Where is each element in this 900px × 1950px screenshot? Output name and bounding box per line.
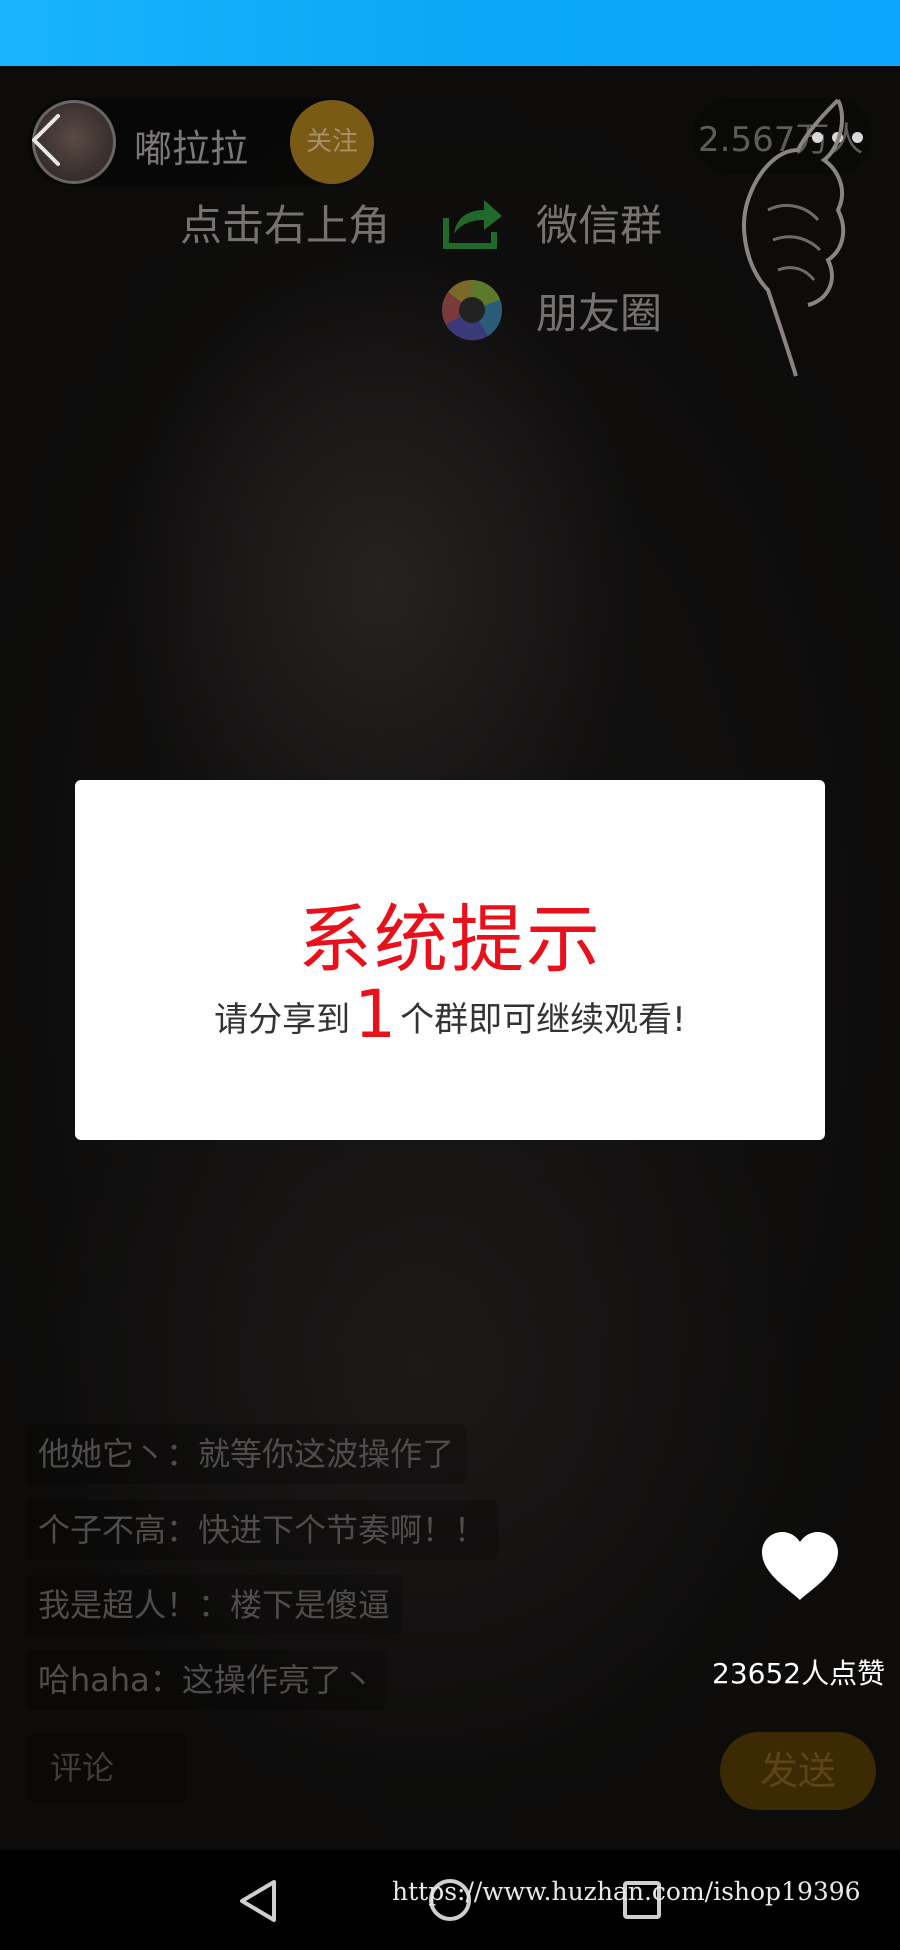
dialog-message-suffix: 个群即可继续观看! <box>400 1000 686 1040</box>
moments-label: 朋友圈 <box>536 289 663 338</box>
chat-text: 就等你这波操作了 <box>198 1435 455 1473</box>
follow-button[interactable]: 关注 <box>290 100 374 184</box>
send-button[interactable]: 发送 <box>720 1732 876 1810</box>
chat-text: 楼下是傻逼 <box>230 1586 391 1624</box>
chat-text: 这操作亮了丶 <box>181 1661 374 1699</box>
share-instruction: 点击右上角 <box>180 201 391 250</box>
comment-input[interactable]: 评论 <box>26 1734 186 1802</box>
dialog-message-prefix: 请分享到 <box>214 1000 351 1040</box>
moments-icon <box>442 280 502 341</box>
host-name: 嘟拉拉 <box>134 127 249 171</box>
chat-user: 他她它丶 <box>38 1435 167 1473</box>
chat-user: 个子不高 <box>38 1511 167 1549</box>
chat-message: 他她它丶：就等你这波操作了 <box>26 1424 467 1484</box>
chat-user: 我是超人！ <box>38 1586 199 1624</box>
wechat-group-label: 微信群 <box>536 201 663 250</box>
status-bar <box>0 0 900 66</box>
chat-text: 快进下个节奏啊！！ <box>198 1511 487 1549</box>
back-icon[interactable] <box>26 110 66 170</box>
hand-icon <box>742 98 846 377</box>
nav-back-icon[interactable] <box>236 1878 280 1924</box>
chat-user: 哈haha <box>38 1661 150 1699</box>
chat-message: 哈haha：这操作亮了丶 <box>26 1650 386 1710</box>
watermark: https://www.huzhan.com/ishop19396 <box>392 1877 861 1906</box>
dialog-title: 系统提示 <box>298 897 602 983</box>
like-count: 23652人点赞 <box>712 1657 886 1690</box>
chat-message: 我是超人！：楼下是傻逼 <box>26 1575 403 1635</box>
heart-icon[interactable] <box>760 1530 840 1602</box>
wechat-share-icon <box>443 200 502 249</box>
share-count: 1 <box>354 976 397 1053</box>
chat-message: 个子不高：快进下个节奏啊！！ <box>26 1500 499 1560</box>
dialog-message: 请分享到1 个群即可继续观看! <box>75 982 825 1050</box>
system-prompt-dialog: 系统提示 请分享到1 个群即可继续观看! <box>75 780 825 1140</box>
